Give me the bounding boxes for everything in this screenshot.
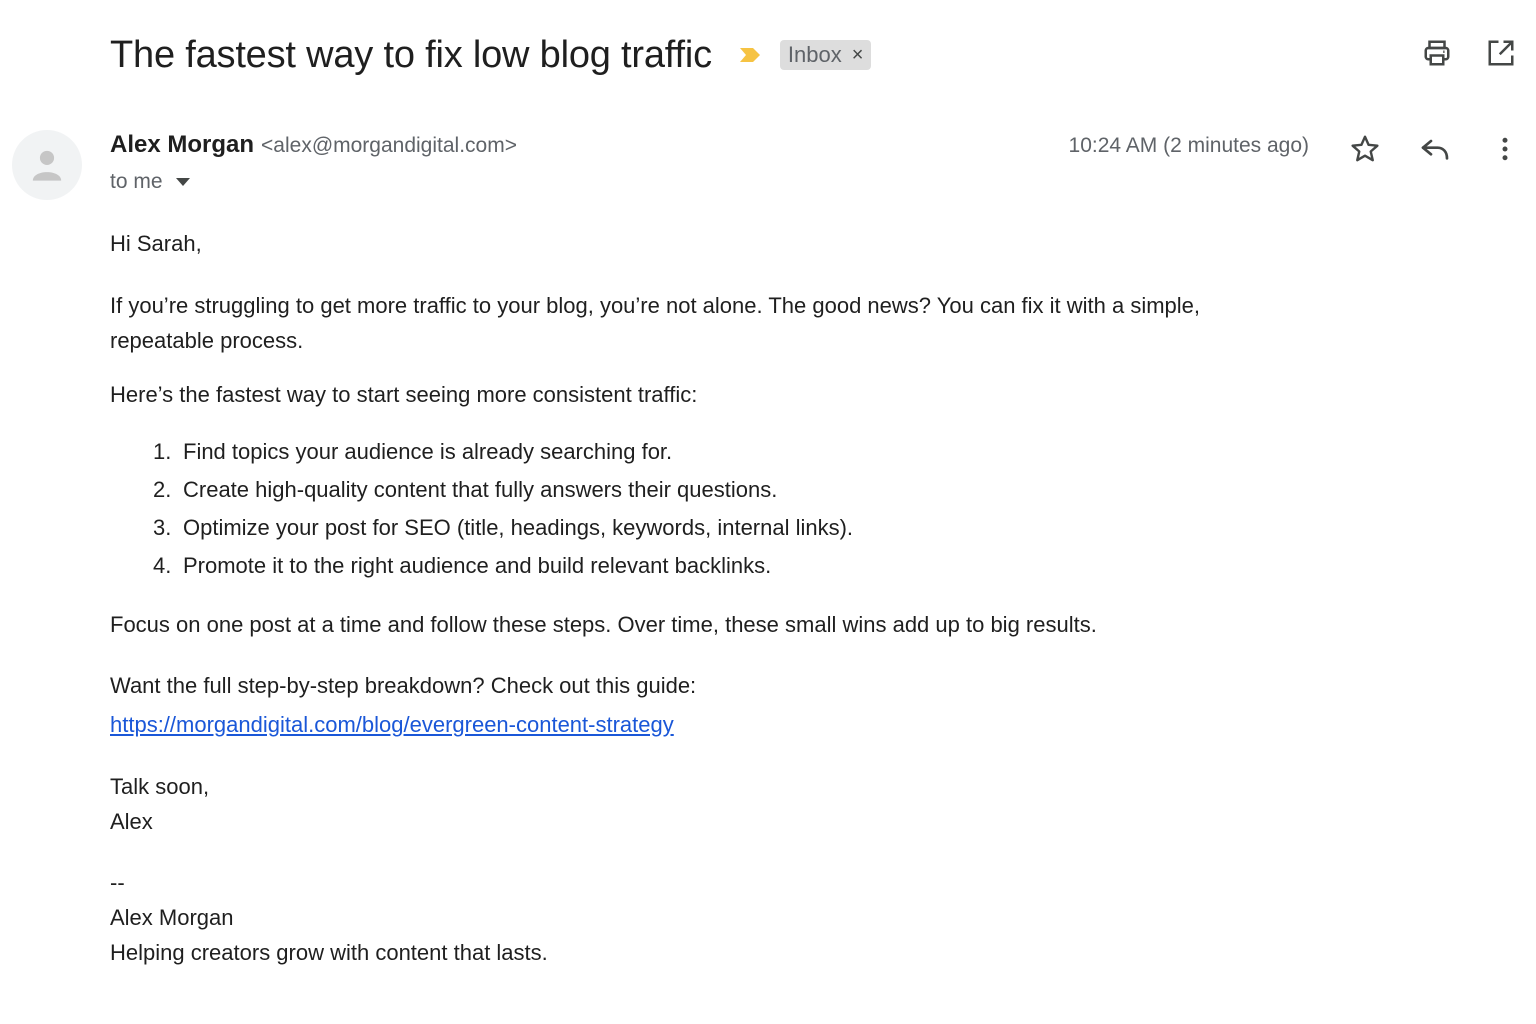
reply-icon[interactable] (1418, 132, 1452, 166)
paragraph-intro-line1: If you’re struggling to get more traffic… (110, 293, 1201, 318)
signature-tagline: Helping creators grow with content that … (110, 940, 548, 965)
remove-label-icon[interactable]: × (852, 44, 864, 67)
closing-text: Talk soon, (110, 774, 210, 799)
paragraph-intro: If you’re struggling to get more traffic… (110, 288, 1310, 358)
paragraph-guide: Want the full step-by-step breakdown? Ch… (110, 668, 1310, 742)
message-actions (1348, 132, 1522, 166)
inbox-label-text: Inbox (787, 42, 842, 67)
message-timestamp: 10:24 AM (2 minutes ago) (1068, 134, 1309, 157)
list-item-number: 2. (153, 477, 172, 502)
sender-name[interactable]: Alex Morgan (110, 131, 254, 159)
recipient-details-toggle[interactable]: to me (110, 170, 191, 194)
open-in-new-window-icon[interactable] (1484, 36, 1518, 70)
steps-list: 1. Find topics your audience is already … (110, 433, 1310, 585)
list-item-number: 3. (153, 515, 172, 540)
caret-down-icon[interactable] (175, 177, 191, 187)
inbox-label-chip[interactable]: Inbox × (779, 40, 872, 70)
importance-marker-icon[interactable] (738, 43, 762, 67)
list-item-number: 1. (153, 439, 172, 464)
sender-row: Alex Morgan <alex@morgandigital.com> (110, 131, 517, 159)
more-vert-icon[interactable] (1488, 132, 1522, 166)
list-item-number: 4. (153, 553, 172, 578)
thread-actions (1420, 36, 1518, 70)
list-item: 2. Create high-quality content that full… (110, 471, 1310, 509)
print-icon[interactable] (1420, 36, 1454, 70)
paragraph-lead-in: Here’s the fastest way to start seeing m… (110, 382, 698, 407)
signature-name: Alex Morgan (110, 905, 234, 930)
email-subject: The fastest way to fix low blog traffic (110, 33, 712, 76)
paragraph-focus: Focus on one post at a time and follow t… (110, 612, 1097, 637)
list-item: 3. Optimize your post for SEO (title, he… (110, 509, 1310, 547)
message-body: Hi Sarah, If you’re struggling to get mo… (110, 226, 1310, 970)
list-item-text: Create high-quality content that fully a… (183, 477, 778, 502)
closing-name: Alex (110, 809, 153, 834)
list-item: 1. Find topics your audience is already … (110, 433, 1310, 471)
list-item-text: Optimize your post for SEO (title, headi… (183, 515, 854, 540)
list-item: 4. Promote it to the right audience and … (110, 547, 1310, 585)
greeting: Hi Sarah, (110, 231, 202, 256)
sender-avatar[interactable] (12, 130, 82, 200)
subject-row: The fastest way to fix low blog traffic … (110, 28, 872, 82)
paragraph-intro-line2: repeatable process. (110, 328, 304, 353)
signature: Alex Morgan Helping creators grow with c… (110, 900, 1310, 970)
guide-link[interactable]: https://morgandigital.com/blog/evergreen… (110, 707, 674, 742)
star-icon[interactable] (1348, 132, 1382, 166)
closing: Talk soon, Alex (110, 769, 1310, 839)
paragraph-guide-text: Want the full step-by-step breakdown? Ch… (110, 673, 697, 698)
recipient-text: to me (110, 170, 163, 193)
signature-separator: -- (110, 870, 125, 895)
list-item-text: Promote it to the right audience and bui… (183, 553, 772, 578)
sender-email: <alex@morgandigital.com> (261, 134, 517, 157)
list-item-text: Find topics your audience is already sea… (183, 439, 673, 464)
avatar-person-icon (32, 150, 62, 181)
